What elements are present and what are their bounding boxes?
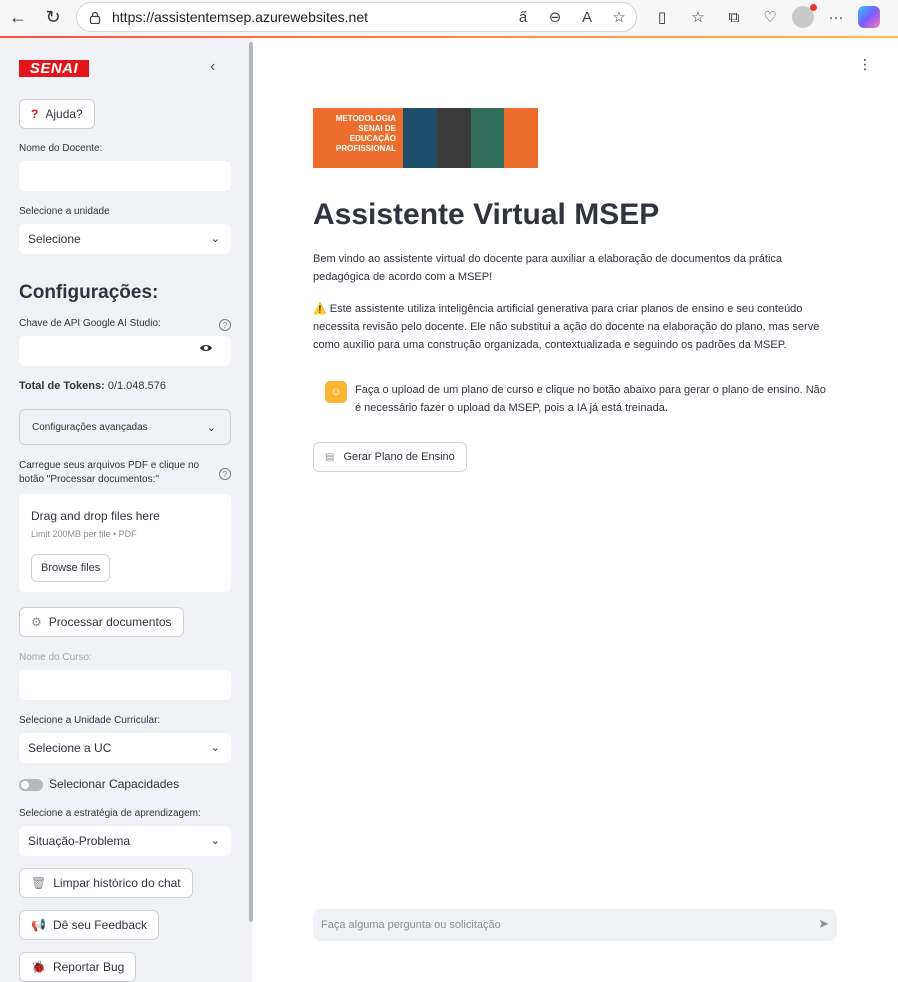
tokens-value: 0/1.048.576	[104, 380, 166, 392]
generate-plan-button[interactable]: ▤ Gerar Plano de Ensino	[313, 442, 467, 472]
chevron-down-icon: ⌄	[210, 233, 220, 245]
more-icon[interactable]: ···	[822, 4, 850, 30]
drop-zone-title: Drag and drop files here	[31, 509, 160, 523]
main-menu-icon[interactable]: ⋮	[858, 56, 872, 73]
favorites-icon[interactable]: ☆	[684, 4, 712, 30]
estrategia-select[interactable]: Situação-Problema ⌄	[19, 826, 231, 856]
estrategia-value: Situação-Problema	[28, 834, 131, 848]
drop-zone-limit: Limit 200MB per file • PDF	[31, 529, 137, 539]
config-heading: Configurações:	[19, 282, 159, 303]
upload-label: Carregue seus arquivos PDF e clique no b…	[19, 460, 200, 485]
curso-label: Nome do Curso:	[19, 652, 92, 663]
process-documents-label: Processar documentos	[48, 615, 172, 629]
docente-label: Nome do Docente:	[19, 143, 103, 154]
warning-text: ⚠️ Este assistente utiliza inteligência …	[313, 303, 820, 351]
back-icon[interactable]: ←	[3, 2, 33, 32]
msep-banner: METODOLOGIA SENAI DE EDUCAÇÃO PROFISSION…	[313, 108, 538, 168]
senai-logo: SENAI	[19, 60, 89, 77]
chevron-down-icon: ⌄	[210, 835, 220, 847]
feedback-label: Dê seu Feedback	[52, 918, 148, 932]
tokens-label: Total de Tokens:	[19, 380, 105, 392]
banner-text: METODOLOGIA SENAI DE EDUCAÇÃO PROFISSION…	[313, 108, 403, 168]
help-button-label: Ajuda?	[45, 107, 83, 121]
browser-toolbar: ← ↻ https://assistentemsep.azurewebsites…	[0, 0, 898, 35]
eye-icon[interactable]	[199, 343, 213, 353]
help-tooltip-icon[interactable]: ?	[219, 319, 231, 331]
clear-history-label: Limpar histórico do chat	[53, 876, 181, 890]
favorite-star-icon[interactable]: ☆	[610, 7, 628, 27]
uc-select[interactable]: Selecione a UC ⌄	[19, 733, 231, 763]
robot-icon: ☺	[325, 381, 347, 403]
question-icon: ?	[31, 107, 39, 121]
docente-input[interactable]	[19, 161, 231, 191]
app-window: SENAI ‹ ? Ajuda? Nome do Docente: Seleci…	[0, 36, 898, 982]
chat-input[interactable]: Faça alguma pergunta ou solicitação ➤	[313, 909, 837, 941]
document-icon: ▤	[325, 451, 335, 463]
unidade-select[interactable]: Selecione ⌄	[19, 224, 231, 254]
chat-placeholder: Faça alguma pergunta ou solicitação	[321, 919, 501, 931]
browse-files-button[interactable]: Browse files	[31, 554, 111, 582]
chevron-down-icon: ⌄	[210, 742, 220, 754]
unidade-label: Selecione a unidade	[19, 206, 110, 217]
info-text: Faça o upload de um plano de curso e cli…	[355, 384, 826, 414]
api-key-label: Chave de API Google AI Studio:	[19, 318, 161, 329]
split-screen-icon[interactable]: ▯	[648, 4, 676, 30]
process-documents-button[interactable]: ⚙ Processar documentos	[19, 607, 184, 637]
advanced-settings-expander[interactable]: Configurações avançadas ⌄	[19, 409, 231, 445]
trash-icon: 🗑	[31, 876, 47, 890]
translate-icon[interactable]: a̋	[514, 7, 532, 27]
advanced-settings-label: Configurações avançadas	[32, 421, 148, 433]
capacidades-toggle[interactable]	[19, 779, 43, 791]
main-content: ⋮ METODOLOGIA SENAI DE EDUCAÇÃO PROFISSI…	[253, 38, 898, 982]
bug-icon: 🐞	[31, 960, 46, 974]
file-uploader[interactable]: Drag and drop files here Limit 200MB per…	[19, 494, 231, 592]
health-icon[interactable]: ♡	[756, 4, 784, 30]
banner-photo	[403, 108, 538, 168]
copilot-icon[interactable]	[858, 6, 880, 28]
lock-icon	[88, 10, 102, 24]
clear-history-button[interactable]: 🗑 Limpar histórico do chat	[19, 868, 193, 898]
collapse-sidebar-icon[interactable]: ‹	[210, 58, 215, 76]
report-bug-button[interactable]: 🐞 Reportar Bug	[19, 952, 137, 982]
report-bug-label: Reportar Bug	[52, 960, 125, 974]
megaphone-icon: 📢	[31, 918, 46, 932]
send-icon[interactable]: ➤	[818, 916, 829, 932]
chevron-down-icon: ⌄	[206, 422, 216, 434]
curso-input[interactable]	[19, 670, 231, 700]
generate-plan-label: Gerar Plano de Ensino	[343, 451, 455, 463]
uc-label: Selecione a Unidade Curricular:	[19, 715, 161, 726]
refresh-icon[interactable]: ↻	[38, 2, 68, 32]
estrategia-label: Selecione a estratégia de aprendizagem:	[19, 808, 201, 819]
uc-value: Selecione a UC	[28, 741, 112, 755]
collections-icon[interactable]: ⧉	[720, 4, 748, 30]
read-aloud-icon[interactable]: A	[578, 7, 596, 27]
url-text: https://assistentemsep.azurewebsites.net	[112, 9, 369, 25]
tokens-counter: Total de Tokens: 0/1.048.576	[19, 380, 166, 392]
unidade-value: Selecione	[28, 232, 81, 246]
address-bar[interactable]: https://assistentemsep.azurewebsites.net…	[76, 2, 637, 32]
zoom-icon[interactable]: ⊖	[546, 7, 564, 27]
help-button[interactable]: ? Ajuda?	[19, 99, 95, 129]
profile-avatar[interactable]	[792, 4, 817, 28]
feedback-button[interactable]: 📢 Dê seu Feedback	[19, 910, 160, 940]
capacidades-label: Selecionar Capacidades	[49, 777, 180, 791]
page-title: Assistente Virtual MSEP	[313, 198, 660, 231]
intro-text: Bem vindo ao assistente virtual do docen…	[313, 253, 783, 283]
sidebar: SENAI ‹ ? Ajuda? Nome do Docente: Seleci…	[0, 38, 252, 982]
help-tooltip-icon[interactable]: ?	[219, 468, 231, 480]
gear-icon: ⚙	[31, 615, 42, 629]
